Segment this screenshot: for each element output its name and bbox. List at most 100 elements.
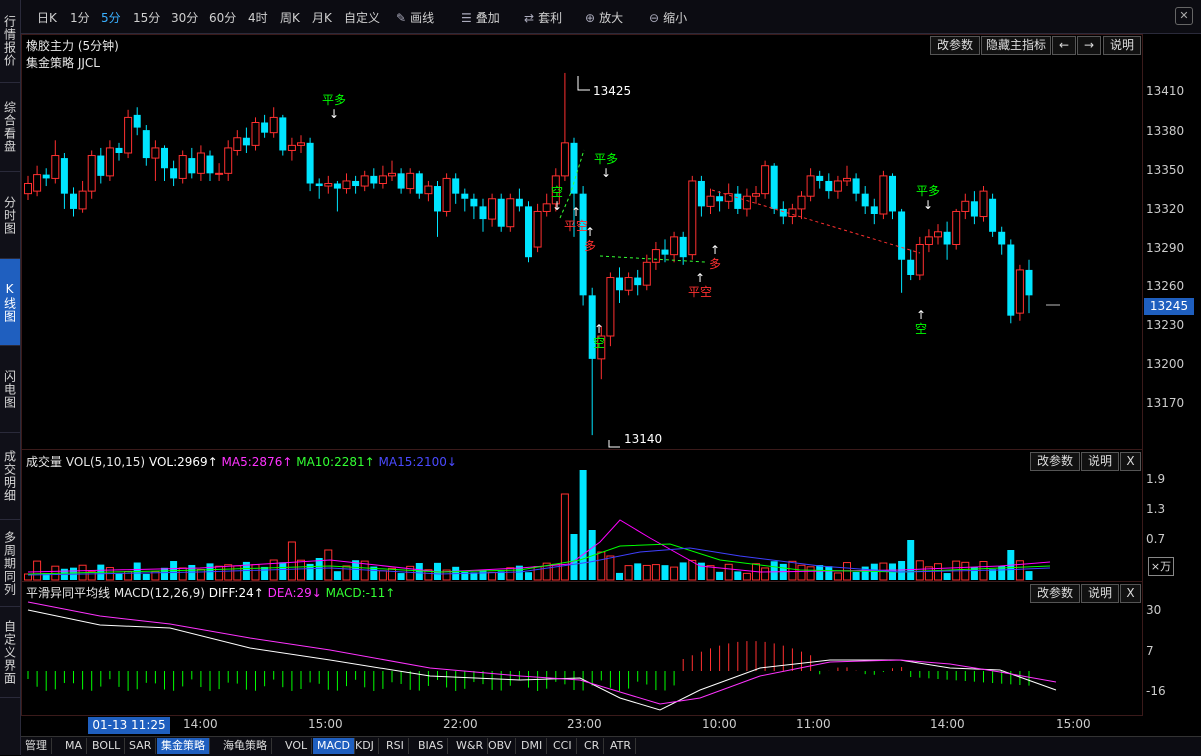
time-tick: 11:00 [796,717,831,731]
tab-wr[interactable]: W&R [452,738,489,754]
candle-body [816,175,824,181]
candle-body [452,178,460,194]
time-tick: 14:00 [930,717,965,731]
candle-body [779,208,787,217]
macd-tick: -16 [1146,684,1166,698]
signal-close-long-arrow: ↓ [329,107,339,121]
candle-body [488,198,497,220]
signal-long: 多 [584,239,596,253]
candle-body [51,155,60,179]
candle-body [515,198,523,207]
candle-body [161,147,168,169]
tab-cci[interactable]: CCI [549,738,577,754]
candle-body [688,180,697,256]
candle-body [560,142,569,177]
time-tick: 23:00 [567,717,602,731]
signal-close-long: 平多 [916,184,940,198]
candle-body [742,195,751,210]
candle-body [770,165,778,209]
tab-rsi[interactable]: RSI [382,738,409,754]
current-price-badge: 13245 [1144,298,1194,315]
tab-sar[interactable]: SAR [125,738,157,754]
price-tick: 13320 [1146,202,1185,216]
candle-body [87,155,96,192]
candle-body [915,244,924,276]
signal-long: 多 [709,257,721,271]
tab-bias[interactable]: BIAS [414,738,449,754]
price-tick: 13290 [1146,241,1185,255]
candle-body [506,198,515,228]
signal-close-long-arrow: ↓ [923,198,933,212]
price-tick: 13260 [1146,279,1185,293]
low-price-label: 13140 [624,432,662,446]
tab-macd[interactable]: MACD [313,738,355,754]
candle-body [97,155,105,176]
candle-body [1025,269,1033,296]
time-cursor-badge: 01-13 11:25 [88,717,170,734]
signal-short: 空 [551,185,563,199]
tab-ma[interactable]: MA [61,738,88,754]
tab-manage[interactable]: 管理 [21,738,52,754]
volume-close-button[interactable]: X [1120,452,1141,471]
candle-body [706,195,715,207]
macd-help-button[interactable]: 说明 [1081,584,1119,603]
candle-body [442,177,451,212]
price-tick: 13200 [1146,357,1185,371]
candle-body [661,249,669,255]
signal-long-arrow: ↑ [710,243,720,257]
candle-body [716,196,724,202]
signal-link [711,189,921,254]
candle-body [961,200,970,212]
volume-legend: 成交量 VOL(5,10,15) VOL:2969↑ MA5:2876↑ MA1… [26,455,457,469]
signal-close-short-arrow: ↑ [695,271,705,285]
candle-body [542,203,551,212]
candle-body [806,175,815,197]
tab-dmi[interactable]: DMI [517,738,548,754]
candle-body [624,277,633,291]
candle-body [898,211,906,260]
signal-short: 空 [593,336,605,350]
volume-params-button[interactable]: 改参数 [1030,452,1080,471]
tab-atr[interactable]: ATR [606,738,637,754]
volume-help-button[interactable]: 说明 [1081,452,1119,471]
candle-body [734,193,742,209]
candle-body [142,130,150,159]
candle-body [533,210,542,248]
candle-body [924,236,933,245]
macd-close-button[interactable]: X [1120,584,1141,603]
candle-body [370,175,378,184]
candle-body [870,206,878,214]
candle-body [78,190,87,210]
candle-body [352,180,360,187]
candle-body [979,190,988,218]
signal-short-arrow: ↑ [916,308,926,322]
candle-body [907,259,915,275]
tab-vol[interactable]: VOL [281,738,313,754]
tab-kdj[interactable]: KDJ [351,738,379,754]
candle-body [297,142,305,146]
candle-body [242,137,250,146]
volume-tick: 1.9 [1146,472,1166,486]
candle-body [843,177,851,182]
tab-obv[interactable]: OBV [484,738,517,754]
macd-tick: 7 [1146,644,1154,658]
candle-body [60,158,68,194]
candle-body [479,206,487,220]
macd-tick: 30 [1146,603,1162,617]
candle-body [133,114,141,128]
price-tick: 13230 [1146,318,1185,332]
candle-body [70,193,77,209]
candle-body [825,180,833,192]
tab-boll[interactable]: BOLL [88,738,126,754]
price-tick: 13410 [1146,84,1185,98]
tab-cr[interactable]: CR [580,738,605,754]
candle-body [360,175,369,187]
macd-params-button[interactable]: 改参数 [1030,584,1080,603]
tab-jjcl[interactable]: 集金策略 [157,738,210,754]
candle-body [989,198,997,232]
candle-body [998,231,1006,245]
signal-short: 空 [915,322,927,336]
candle-body [833,180,842,192]
candle-body [287,144,296,151]
tab-turtle[interactable]: 海龟策略 [219,738,272,754]
